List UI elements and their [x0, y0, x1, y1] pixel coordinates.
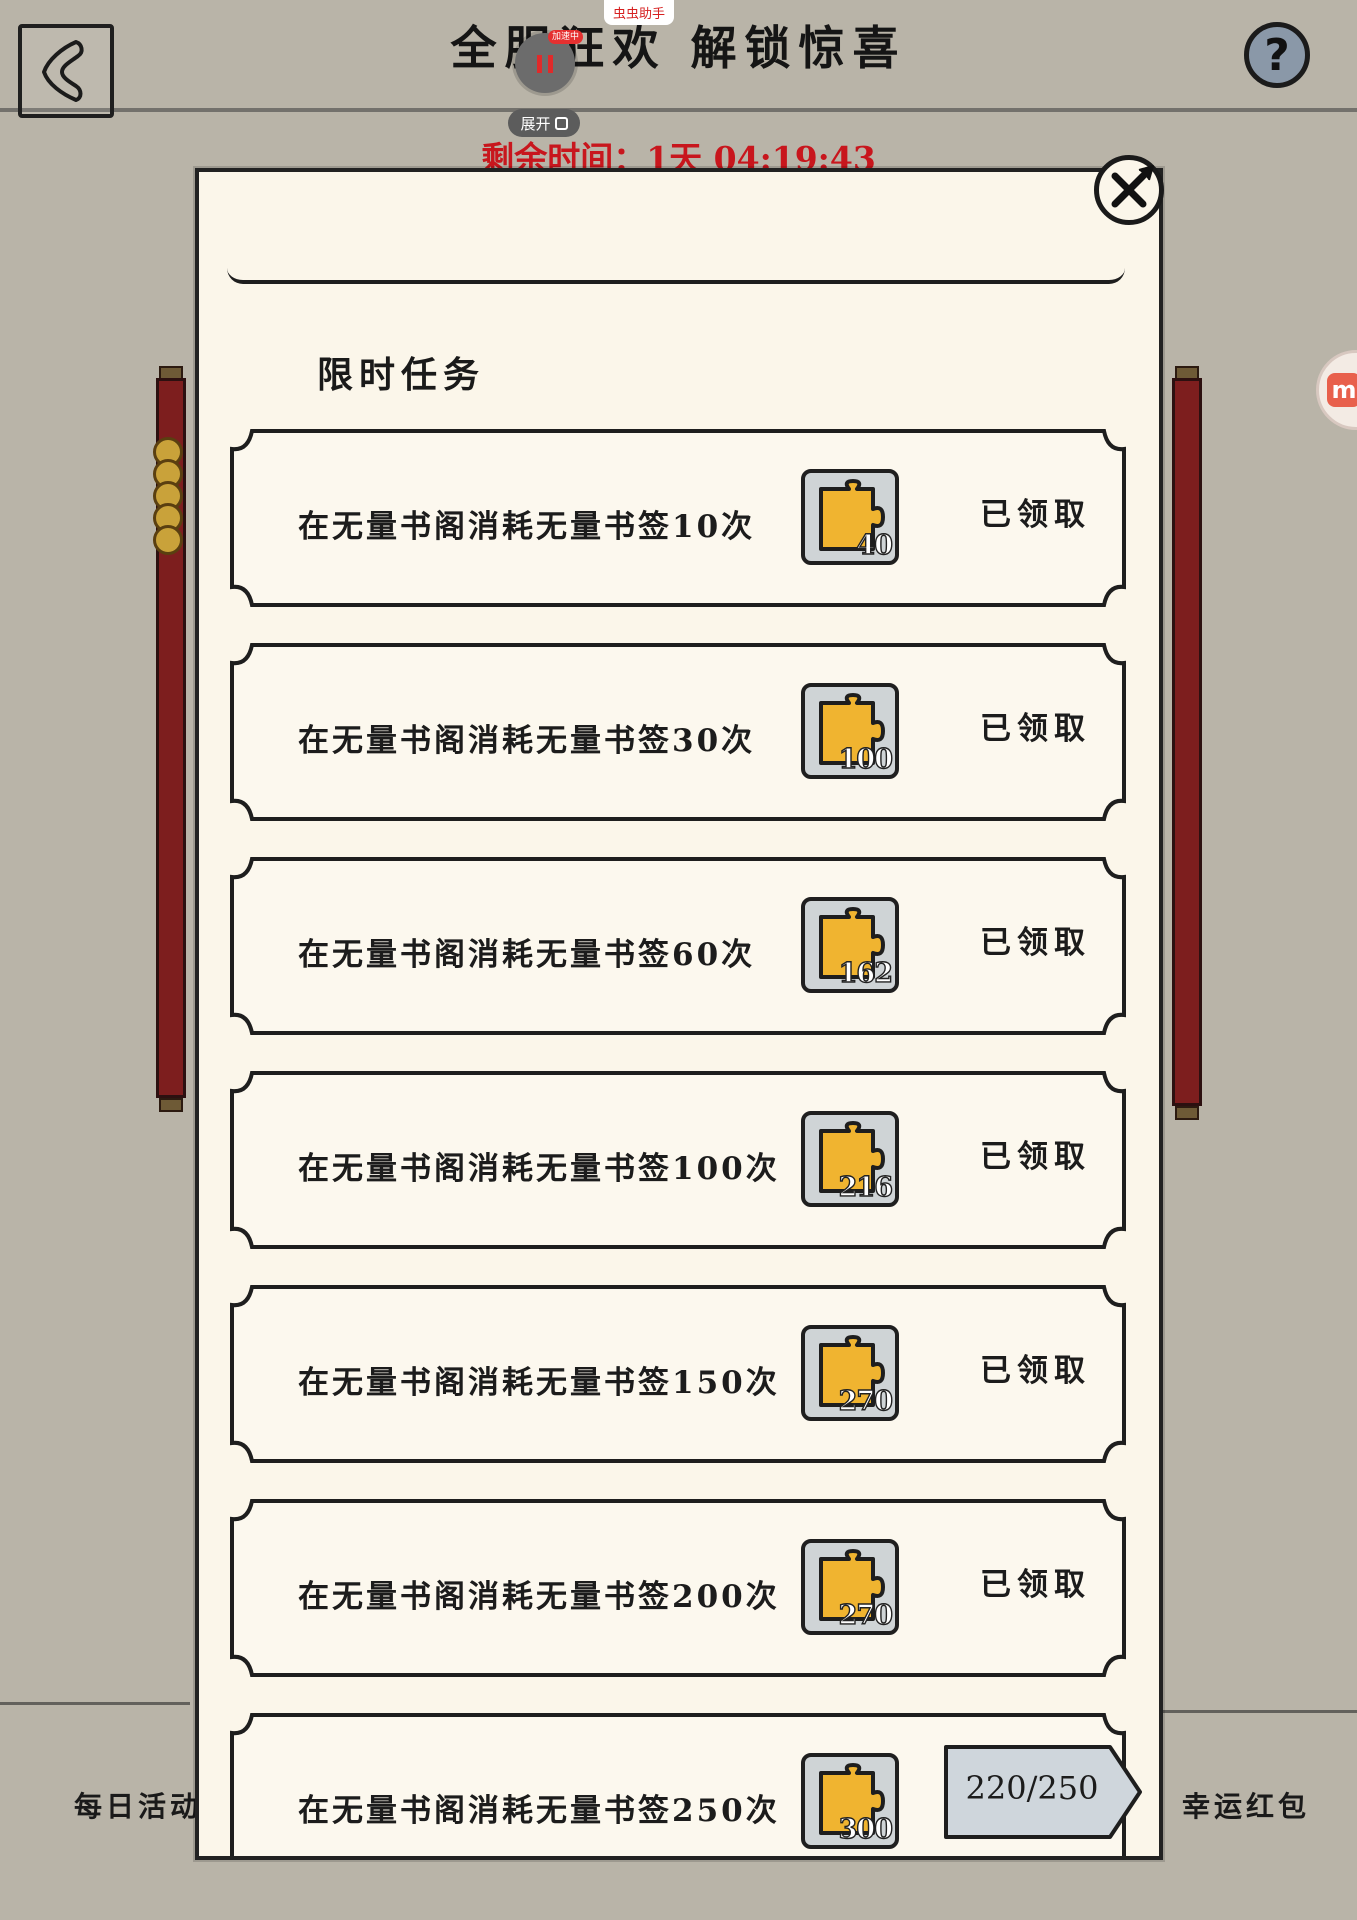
- reward-item[interactable]: 300: [801, 1753, 899, 1849]
- claimed-status: 已领取: [980, 497, 1091, 533]
- help-button[interactable]: ?: [1244, 22, 1310, 88]
- reward-item[interactable]: 270: [801, 1539, 899, 1635]
- helper-speed-badge: 加速中: [548, 30, 584, 44]
- task-description: 在无量书阁消耗无量书签60次: [298, 937, 756, 973]
- task-description: 在无量书阁消耗无量书签30次: [298, 723, 756, 759]
- event-title: 全服狂欢 解锁惊喜: [450, 21, 907, 75]
- task-card: 在无量书阁消耗无量书签100次 216 已领取: [230, 1071, 1126, 1249]
- reward-item[interactable]: 162: [801, 897, 899, 993]
- header-divider: [0, 108, 1357, 112]
- claimed-status: 已领取: [980, 925, 1091, 961]
- side-app-badge[interactable]: m: [1316, 350, 1357, 430]
- section-title: 限时任务: [317, 354, 486, 396]
- task-description: 在无量书阁消耗无量书签150次: [298, 1365, 780, 1401]
- close-button[interactable]: [1094, 155, 1164, 225]
- scroll-roll-right: [1172, 378, 1202, 1106]
- task-card: 在无量书阁消耗无量书签10次 40 已领取: [230, 429, 1126, 607]
- scroll-roll-cap: [1175, 1106, 1199, 1120]
- reward-count: 270: [838, 1385, 894, 1417]
- close-icon: [1111, 165, 1154, 208]
- task-card: 在无量书阁消耗无量书签30次 100 已领取: [230, 643, 1126, 821]
- previous-card-edge: [227, 232, 1125, 284]
- task-card: 在无量书阁消耗无量书签250次 300 220/250: [230, 1713, 1142, 1856]
- task-list[interactable]: 限时任务 在无量书阁消耗无量书签10次 40 已领取 在无量书阁消耗无量书签30…: [199, 232, 1159, 1856]
- task-card: 在无量书阁消耗无量书签150次 270 已领取: [230, 1285, 1126, 1463]
- task-progress-button[interactable]: 220/250: [942, 1743, 1144, 1841]
- divider: [0, 1702, 190, 1705]
- task-progress-text: 220/250: [965, 1769, 1099, 1807]
- help-icon: ?: [1264, 29, 1290, 81]
- lucky-red-packet-tab[interactable]: 幸运红包: [1182, 1785, 1310, 1825]
- claimed-status: 已领取: [980, 1139, 1091, 1175]
- task-description: 在无量书阁消耗无量书签10次: [298, 509, 756, 545]
- task-card: 在无量书阁消耗无量书签60次 162 已领取: [230, 857, 1126, 1035]
- coin-stack-icon: [153, 437, 185, 555]
- expand-icon: [554, 116, 568, 130]
- task-modal: 限时任务 在无量书阁消耗无量书签10次 40 已领取 在无量书阁消耗无量书签30…: [195, 168, 1163, 1860]
- reward-item[interactable]: 216: [801, 1111, 899, 1207]
- reward-item[interactable]: 40: [801, 469, 899, 565]
- task-description: 在无量书阁消耗无量书签100次: [298, 1151, 780, 1187]
- helper-tag[interactable]: 虫虫助手: [604, 0, 674, 25]
- reward-item[interactable]: 270: [801, 1325, 899, 1421]
- reward-count: 300: [838, 1813, 894, 1845]
- reward-count: 100: [838, 743, 894, 775]
- claimed-status: 已领取: [980, 711, 1091, 747]
- task-card: 在无量书阁消耗无量书签200次 270 已领取: [230, 1499, 1126, 1677]
- task-description: 在无量书阁消耗无量书签250次: [298, 1793, 780, 1829]
- divider: [1160, 1710, 1357, 1713]
- claimed-status: 已领取: [980, 1353, 1091, 1389]
- claimed-status: 已领取: [980, 1567, 1091, 1603]
- helper-expand-label: 展开: [520, 114, 551, 133]
- daily-activity-tab[interactable]: 每日活动: [74, 1785, 202, 1825]
- pause-icon: [537, 55, 553, 73]
- reward-count: 270: [838, 1599, 894, 1631]
- app-logo-icon: m: [1327, 373, 1357, 407]
- reward-count: 40: [856, 529, 894, 561]
- reward-count: 216: [838, 1171, 894, 1203]
- reward-count: 162: [838, 957, 894, 989]
- reward-item[interactable]: 100: [801, 683, 899, 779]
- task-description: 在无量书阁消耗无量书签200次: [298, 1579, 780, 1615]
- scroll-roll-cap: [159, 1098, 183, 1112]
- helper-expand-button[interactable]: 展开: [508, 109, 580, 137]
